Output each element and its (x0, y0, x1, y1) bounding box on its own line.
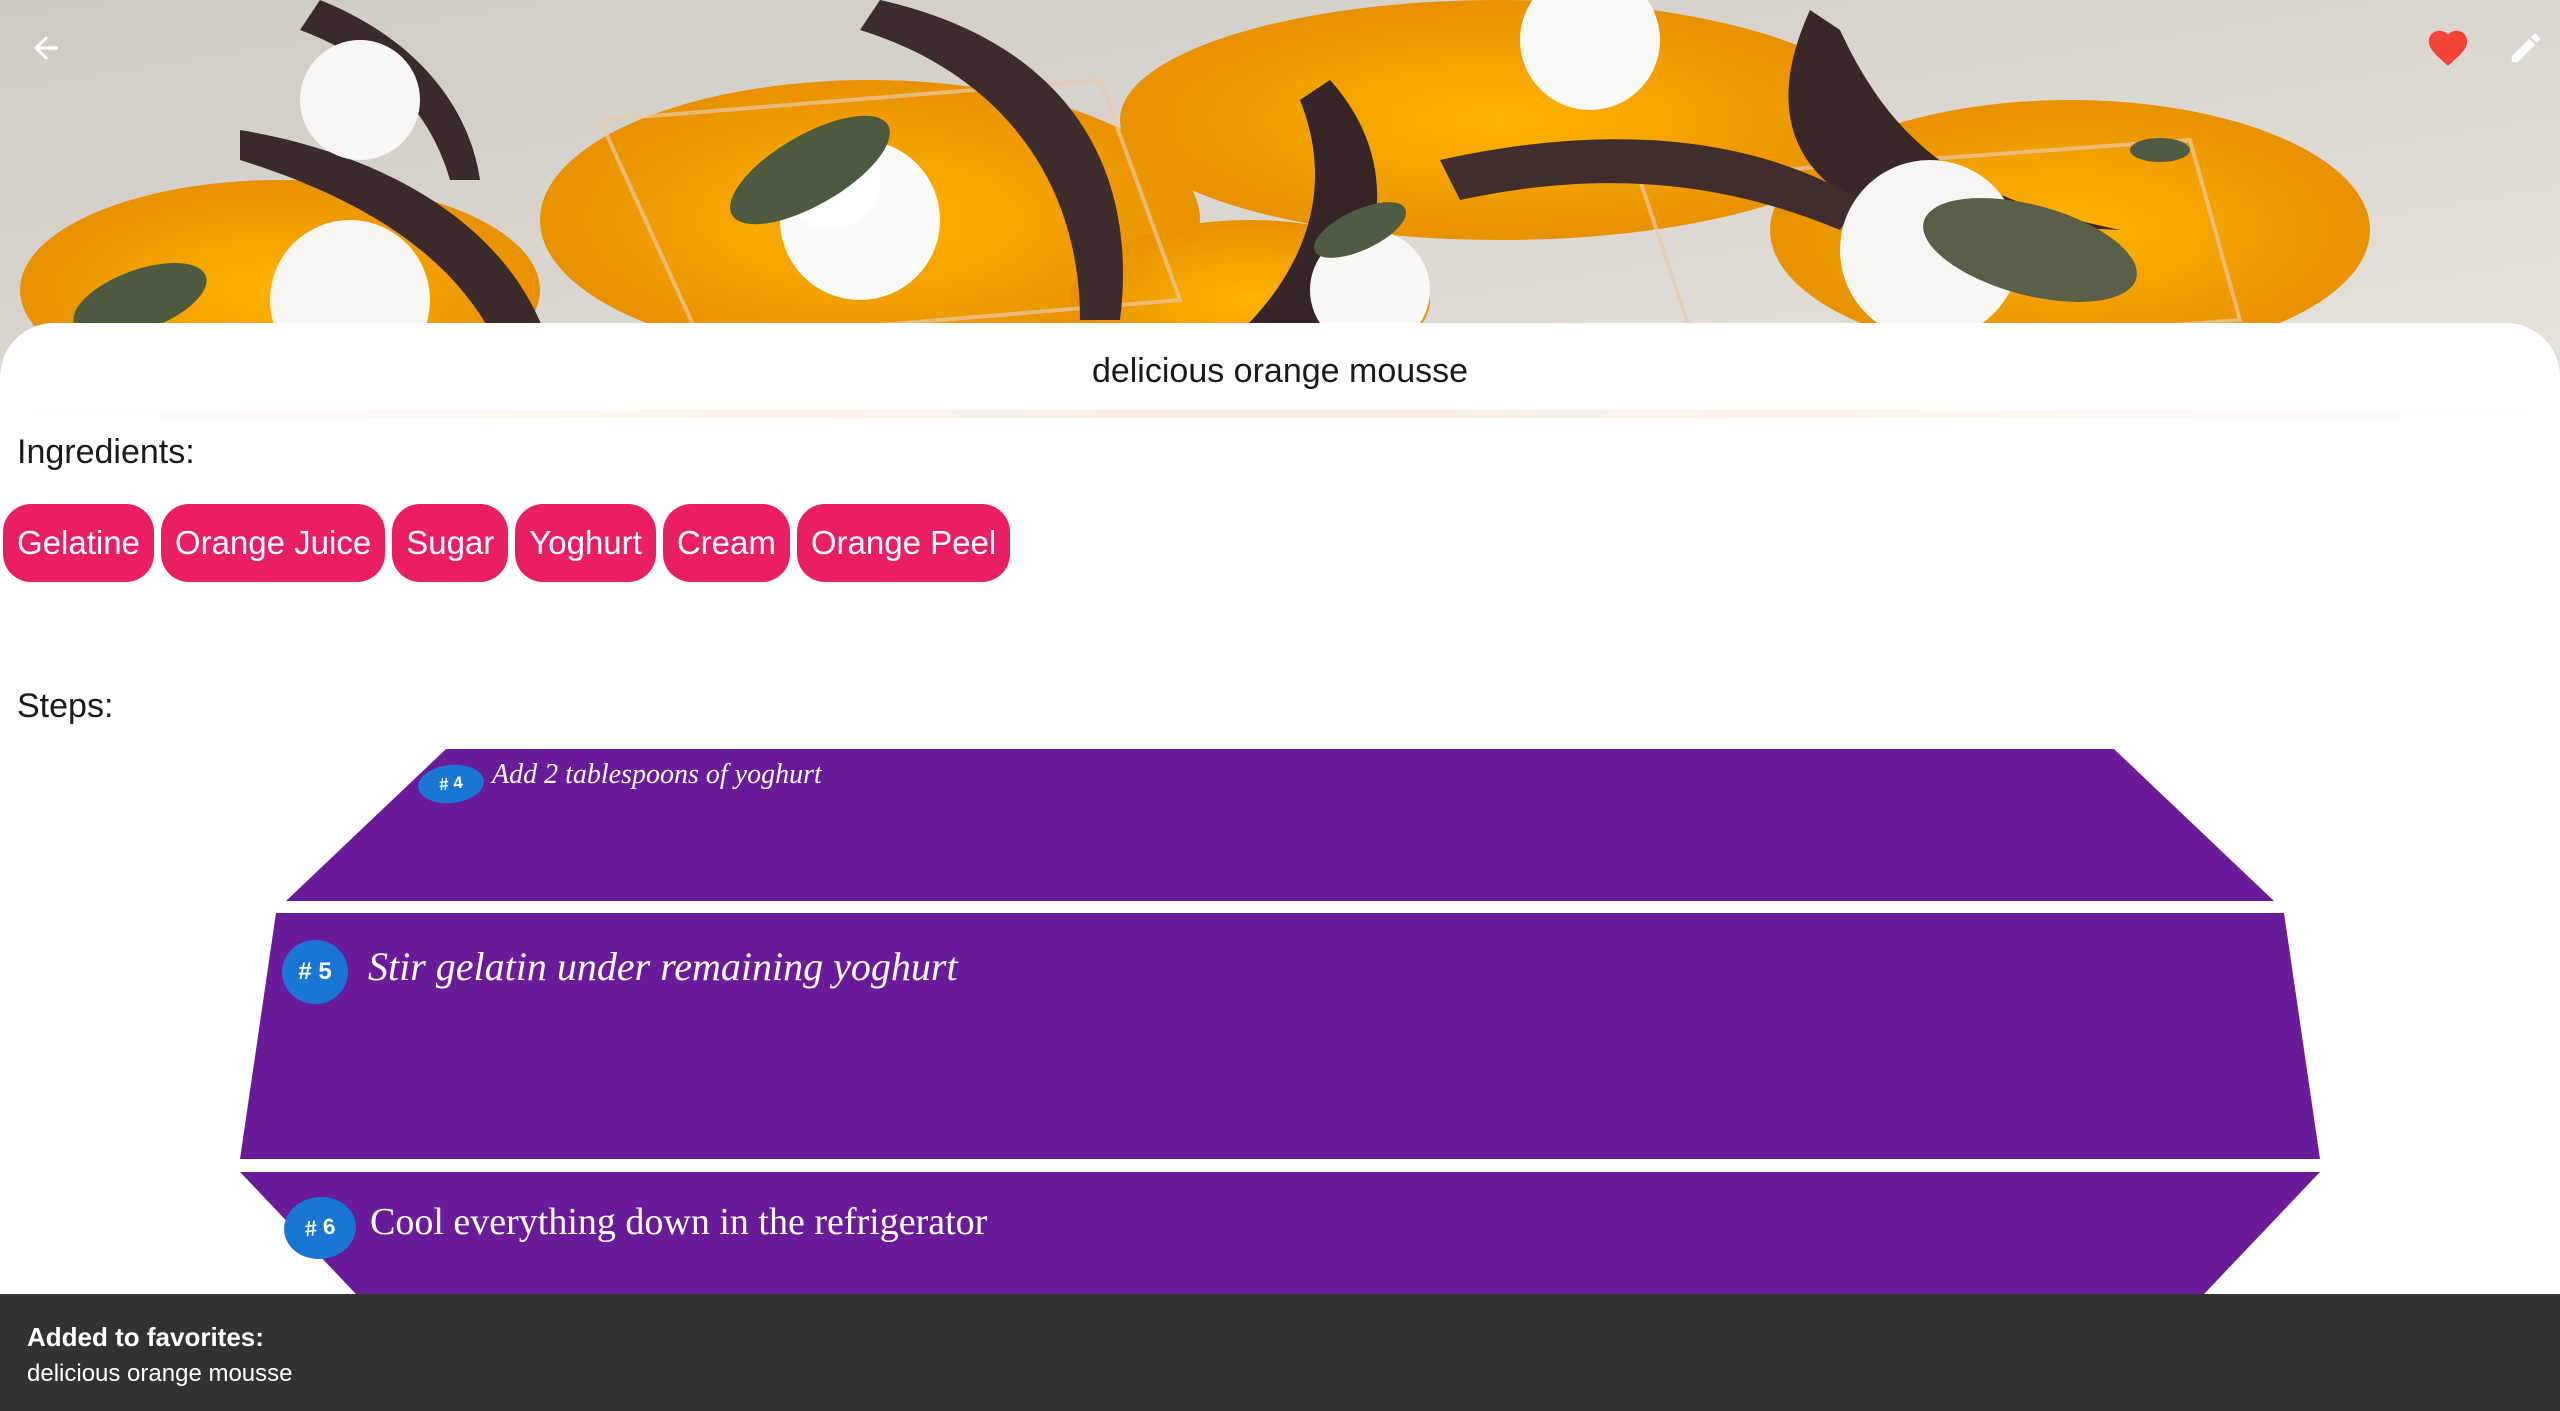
snackbar-message: delicious orange mousse (27, 1360, 293, 1387)
step-number-badge: # 5 (282, 940, 348, 1004)
ingredient-chip[interactable]: Cream (662, 504, 790, 582)
edit-button[interactable] (2496, 18, 2556, 78)
ingredient-chip[interactable]: Sugar (392, 504, 509, 582)
steps-carousel[interactable]: # 4 Add 2 tablespoons of yoghurt # 5 Sti… (0, 745, 2560, 1295)
ingredient-chip[interactable]: Gelatine (3, 504, 154, 582)
ingredient-chip-list: Gelatine Orange Juice Sugar Yoghurt Crea… (3, 504, 1011, 582)
snackbar: Added to favorites: delicious orange mou… (0, 1294, 2560, 1411)
step-text: Stir gelatin under remaining yoghurt (368, 944, 958, 989)
favorite-button[interactable] (2418, 18, 2478, 78)
ingredient-chip[interactable]: Yoghurt (515, 504, 656, 582)
arrow-back-icon (34, 36, 58, 60)
ingredient-chip[interactable]: Orange Peel (796, 504, 1011, 582)
title-divider (0, 410, 2560, 418)
back-button[interactable] (16, 18, 76, 78)
heart-icon (2428, 30, 2468, 66)
pencil-icon (2511, 33, 2541, 63)
recipe-title: delicious orange mousse (1091, 352, 1469, 390)
ingredient-chip[interactable]: Orange Juice (160, 504, 386, 582)
step-text: Cool everything down in the refrigerator (370, 1201, 988, 1243)
step-text: Add 2 tablespoons of yoghurt (492, 759, 822, 790)
snackbar-title: Added to favorites: (27, 1322, 264, 1352)
steps-heading: Steps: (17, 687, 114, 725)
ingredients-heading: Ingredients: (17, 433, 195, 471)
